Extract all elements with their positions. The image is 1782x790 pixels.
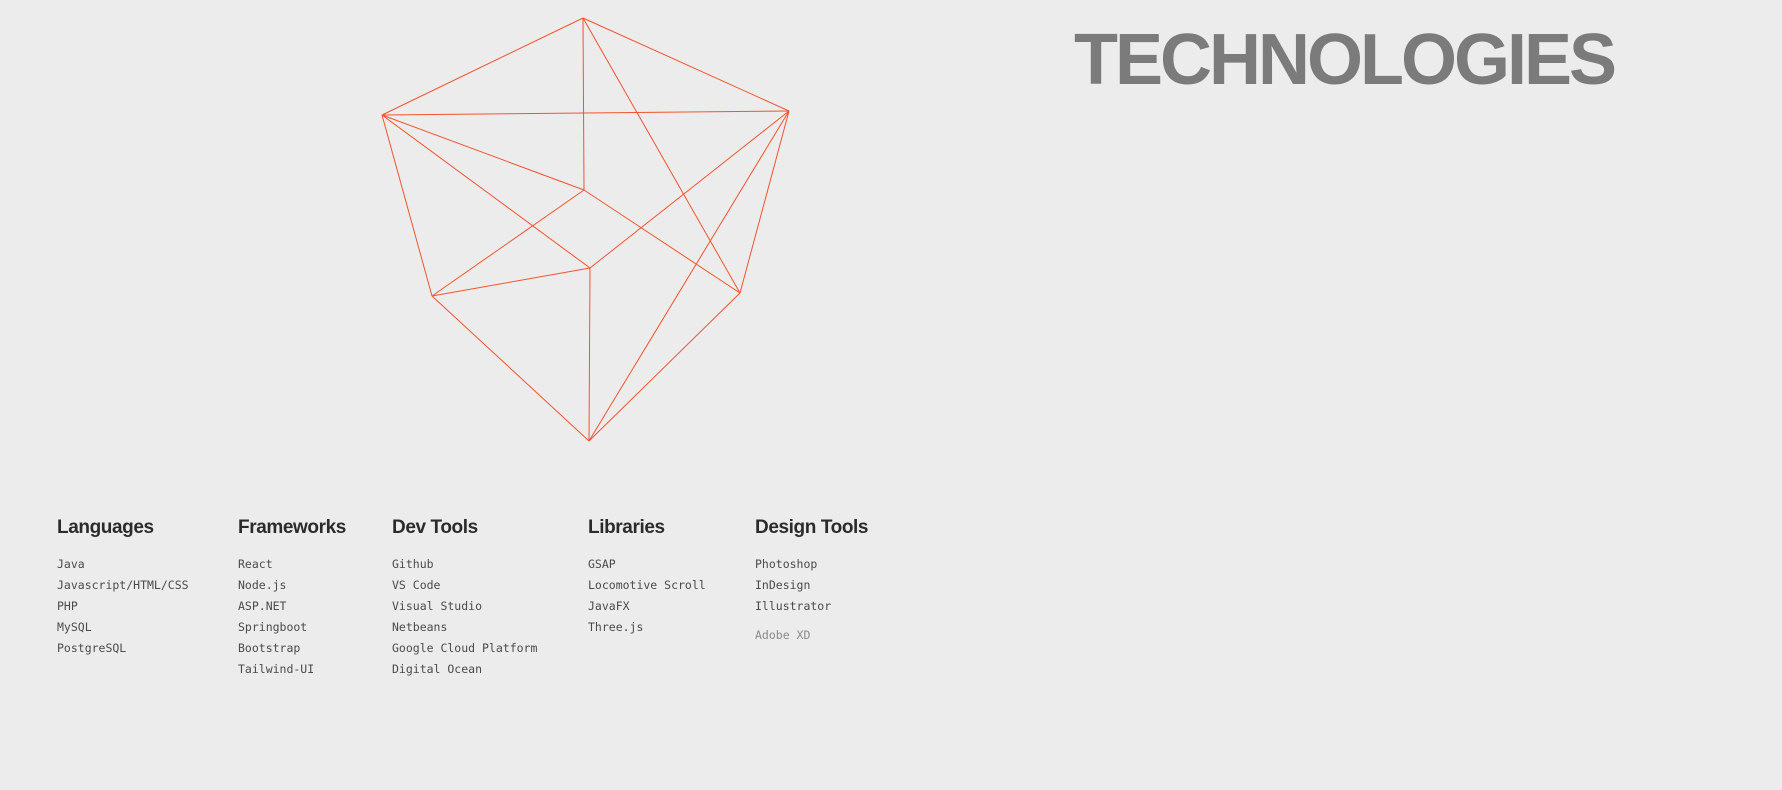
list-item: PHP xyxy=(57,599,78,613)
list-item: GSAP xyxy=(588,557,616,571)
category-title: Libraries xyxy=(588,517,665,538)
list-item: Illustrator xyxy=(755,599,832,613)
category-list: Photoshop InDesign Illustrator Adobe XD xyxy=(755,554,868,646)
category-frameworks: Frameworks React Node.js ASP.NET Springb… xyxy=(238,516,346,680)
list-item: Bootstrap xyxy=(238,641,301,655)
category-libraries: Libraries GSAP Locomotive Scroll JavaFX … xyxy=(588,516,706,638)
list-item: React xyxy=(238,557,273,571)
list-item: ASP.NET xyxy=(238,599,287,613)
category-list: Github VS Code Visual Studio Netbeans Go… xyxy=(392,554,537,680)
category-title: Dev Tools xyxy=(392,517,478,538)
list-item: Javascript/HTML/CSS xyxy=(57,578,189,592)
list-item: Netbeans xyxy=(392,620,448,634)
list-item: PostgreSQL xyxy=(57,641,127,655)
category-dev-tools: Dev Tools Github VS Code Visual Studio N… xyxy=(392,516,537,680)
list-item: Digital Ocean xyxy=(392,662,483,676)
wireframe-cube-icon xyxy=(381,17,790,442)
wireframe-edge xyxy=(583,189,741,294)
wireframe-edge xyxy=(582,17,741,294)
list-item: Three.js xyxy=(588,620,644,634)
list-item: Java xyxy=(57,557,85,571)
category-design-tools: Design Tools Photoshop InDesign Illustra… xyxy=(755,516,868,646)
wireframe-edge xyxy=(582,17,790,112)
list-item: Locomotive Scroll xyxy=(588,578,706,592)
list-item: Photoshop xyxy=(755,557,818,571)
list-item: Adobe XD xyxy=(755,628,811,642)
list-item: Tailwind-UI xyxy=(238,662,315,676)
category-title: Design Tools xyxy=(755,517,869,538)
wireframe-edge xyxy=(431,295,590,442)
wireframe-edge xyxy=(739,110,790,294)
page-title: TECHNOLOGIES xyxy=(1074,20,1617,100)
list-item: JavaFX xyxy=(588,599,630,613)
technologies-section: Languages Java Javascript/HTML/CSS PHP M… xyxy=(0,516,1000,696)
list-item: Node.js xyxy=(238,578,287,592)
category-list: Java Javascript/HTML/CSS PHP MySQL Postg… xyxy=(57,554,189,659)
list-item: Visual Studio xyxy=(392,599,483,613)
category-list: React Node.js ASP.NET Springboot Bootstr… xyxy=(238,554,346,680)
wireframe-edge xyxy=(431,189,585,297)
list-item: InDesign xyxy=(755,578,811,592)
list-item: VS Code xyxy=(392,578,441,592)
wireframe-edge xyxy=(588,292,741,442)
category-list: GSAP Locomotive Scroll JavaFX Three.js xyxy=(588,554,706,638)
category-languages: Languages Java Javascript/HTML/CSS PHP M… xyxy=(57,516,189,659)
wireframe-edge xyxy=(381,114,585,191)
wireframe-edge xyxy=(588,110,790,442)
wireframe-edge xyxy=(381,17,584,116)
list-item: Github xyxy=(392,557,434,571)
wireframe-edge xyxy=(431,267,591,297)
list-item: MySQL xyxy=(57,620,92,634)
list-item: Google Cloud Platform xyxy=(392,641,538,655)
wireframe-edge xyxy=(381,110,790,116)
wireframe-edge xyxy=(381,114,433,297)
list-item: Springboot xyxy=(238,620,308,634)
wireframe-edge xyxy=(582,17,585,191)
wireframe-edge xyxy=(381,114,591,269)
category-title: Languages xyxy=(57,517,154,538)
category-title: Frameworks xyxy=(238,517,346,538)
wireframe-edge xyxy=(589,110,790,269)
wireframe-edge xyxy=(588,267,591,442)
